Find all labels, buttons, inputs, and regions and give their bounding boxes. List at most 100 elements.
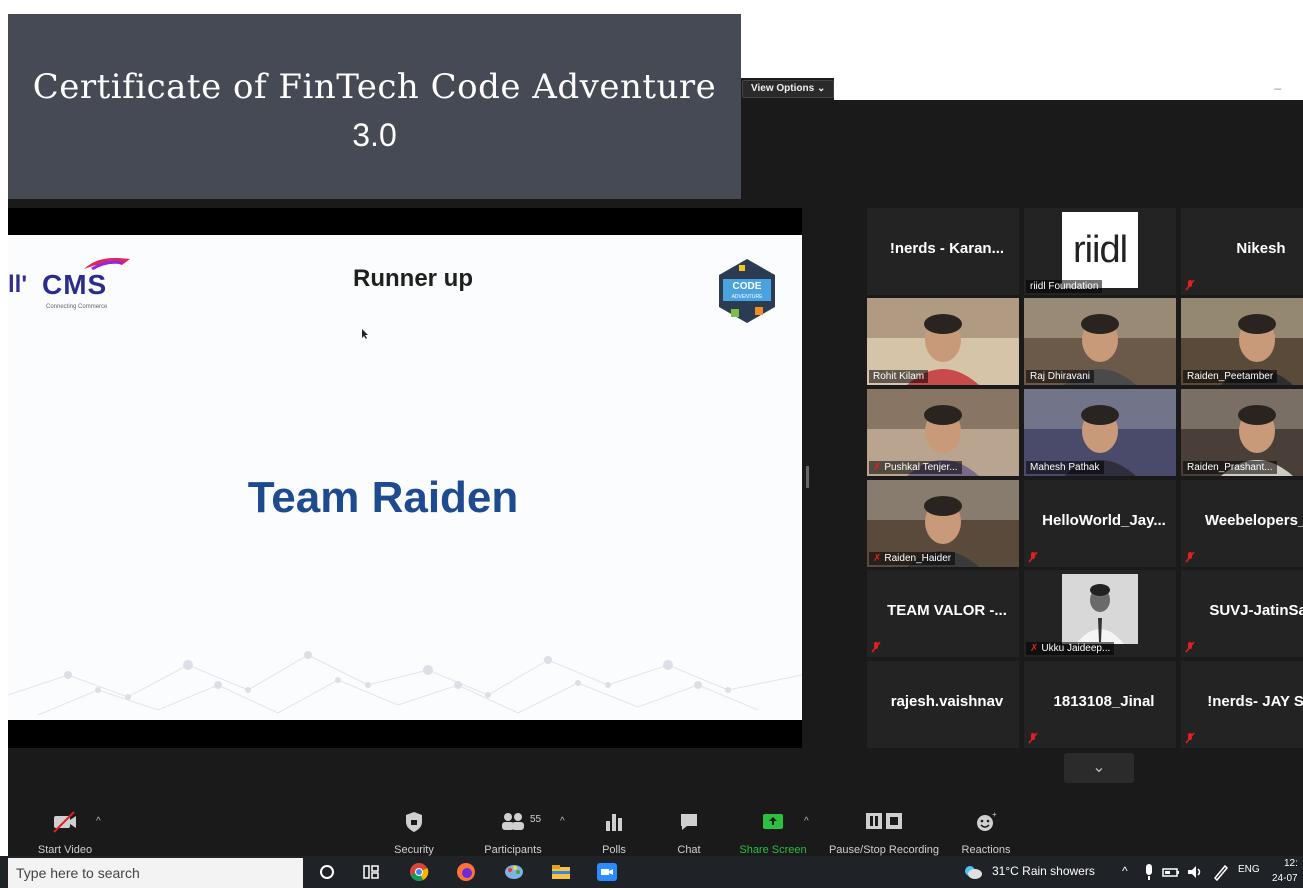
riidl-logo: riidl <box>1062 212 1138 288</box>
participant-tile[interactable]: rajesh.vaishnav <box>867 661 1019 748</box>
team-name: Team Raiden <box>247 473 519 522</box>
muted-mic-icon <box>1028 732 1038 744</box>
chevron-down-icon: ⌄ <box>1092 759 1106 776</box>
chrome-icon[interactable] <box>408 862 430 882</box>
participant-tile[interactable]: riidl riidl Foundation <box>1024 208 1176 295</box>
participant-name: !nerds - Karan... <box>889 240 1005 257</box>
pen-icon[interactable] <box>1212 862 1230 882</box>
security-button[interactable]: Security <box>386 810 442 856</box>
mouse-cursor-icon <box>362 329 368 339</box>
share-screen-icon <box>763 814 783 829</box>
cms-swoosh-icon <box>84 258 130 271</box>
participant-name: Weebelopers_A <box>1204 512 1303 529</box>
firefox-icon[interactable] <box>455 862 477 882</box>
volume-icon[interactable] <box>1186 862 1204 882</box>
badge-text-code: CODE <box>733 281 762 292</box>
microphone-icon[interactable] <box>1142 862 1156 882</box>
participant-name: Nikesh <box>1236 240 1286 257</box>
screenshot-root: View Options ⌄ – Certificate of FinTech … <box>0 0 1303 888</box>
participant-tile[interactable]: ✗ Ukku Jaideep... <box>1024 570 1176 657</box>
participant-label-text: riidl Foundation <box>1030 281 1099 292</box>
participant-tile[interactable]: ✗ Raiden_Haider <box>867 480 1019 567</box>
participant-name: SUVJ-JatinSar <box>1209 602 1303 619</box>
participant-label-text: Raj Dhiravani <box>1030 371 1091 382</box>
clock-date[interactable]: 24-07 <box>1272 873 1298 884</box>
muted-mic-icon: ✗ <box>873 462 882 473</box>
video-off-icon <box>53 811 76 833</box>
zoom-app-icon[interactable] <box>596 862 618 882</box>
tray-chevron-icon[interactable]: ^ <box>1122 864 1128 878</box>
svg-text:+: + <box>992 810 997 819</box>
participant-tile[interactable]: Weebelopers_A <box>1181 480 1303 567</box>
minimize-button[interactable]: – <box>1274 81 1281 95</box>
participant-label-text: Rohit Kilam <box>873 371 925 382</box>
cortana-icon[interactable] <box>316 862 338 882</box>
battery-icon[interactable] <box>1162 862 1180 882</box>
pause-stop-recording-button[interactable]: Pause/Stop Recording <box>824 810 944 856</box>
muted-mic-icon <box>1185 641 1195 653</box>
reactions-label: Reactions <box>961 844 1011 856</box>
taskbar-search-input[interactable]: Type here to search <box>8 858 303 888</box>
participant-label: riidl Foundation <box>1026 280 1103 293</box>
task-view-icon[interactable] <box>360 862 382 882</box>
participant-tile[interactable]: SUVJ-JatinSar <box>1181 570 1303 657</box>
shield-icon <box>406 812 422 832</box>
chat-button[interactable]: Chat <box>672 810 706 856</box>
participant-tile[interactable]: Nikesh <box>1181 208 1303 295</box>
window-titlebar-strip <box>834 78 1303 100</box>
gallery-scroll-down-button[interactable]: ⌄ <box>1064 753 1134 783</box>
windows-taskbar: Type here to search 31°C Rain showers ^ … <box>0 856 1303 888</box>
participant-tile[interactable]: Rohit Kilam <box>867 298 1019 385</box>
share-screen-button[interactable]: Share Screen <box>736 810 810 856</box>
participant-label-text: Ukku Jaideep... <box>1041 643 1111 654</box>
participant-tile[interactable]: 1813108_Jinal <box>1024 661 1176 748</box>
riidl-logo-text: riidl <box>1072 228 1128 271</box>
participant-tile[interactable]: ✗ Pushkal Tenjer... <box>867 389 1019 476</box>
shared-screen: ll' CMS Connecting Commerce Runner up CO… <box>8 208 802 748</box>
muted-mic-icon <box>1185 551 1195 563</box>
share-screen-label: Share Screen <box>739 844 807 856</box>
weather-text[interactable]: 31°C Rain showers <box>992 864 1095 878</box>
participant-label: Mahesh Pathak <box>1026 461 1104 474</box>
cms-logo-bars: ll' <box>8 271 28 298</box>
participant-label-text: Raiden_Peetamber <box>1187 371 1274 382</box>
participant-tile[interactable]: !nerds - Karan... <box>867 208 1019 295</box>
badge-text-adventure: ADVENTURE <box>732 294 764 300</box>
view-options-button[interactable]: View Options ⌄ <box>742 80 835 98</box>
certificate-banner: Certificate of FinTech Code Adventure 3.… <box>8 14 741 199</box>
polls-button[interactable]: Polls <box>596 810 632 856</box>
participant-tile[interactable]: Raiden_Peetamber <box>1181 298 1303 385</box>
start-video-button[interactable]: Start Video <box>32 810 98 856</box>
participant-tile[interactable]: Mahesh Pathak <box>1024 389 1176 476</box>
presentation-slide: ll' CMS Connecting Commerce Runner up CO… <box>8 235 802 720</box>
reactions-button[interactable]: + Reactions <box>958 810 1014 856</box>
participant-label-text: Raiden_Prashant... <box>1187 462 1273 473</box>
paint-app-icon[interactable] <box>503 862 525 882</box>
participant-name: rajesh.vaishnav <box>890 693 1004 710</box>
muted-mic-icon <box>1028 551 1038 563</box>
video-options-caret[interactable]: ^ <box>96 816 101 827</box>
participant-tile[interactable]: HelloWorld_Jay... <box>1024 480 1176 567</box>
participant-label: ✗ Raiden_Haider <box>869 552 956 565</box>
participant-tile[interactable]: TEAM VALOR -... <box>867 570 1019 657</box>
clock-time[interactable]: 12: <box>1284 858 1298 869</box>
slide-heading: Runner up <box>353 265 473 292</box>
participant-tile[interactable]: Raj Dhiravani <box>1024 298 1176 385</box>
security-label: Security <box>394 844 434 856</box>
participant-tile[interactable]: Raiden_Prashant... <box>1181 389 1303 476</box>
participant-label-text: Pushkal Tenjer... <box>884 462 958 473</box>
participants-label: Participants <box>484 844 542 856</box>
participant-name: HelloWorld_Jay... <box>1042 512 1166 529</box>
pause-stop-icon <box>866 813 902 829</box>
participants-options-caret[interactable]: ^ <box>560 816 565 827</box>
chat-label: Chat <box>677 844 701 856</box>
profile-photo <box>1062 574 1138 644</box>
meeting-toolbar: Start Video ^ Security Participants 55 ^… <box>8 802 1303 856</box>
smiley-icon: + <box>977 810 997 831</box>
participant-tile[interactable]: !nerds- JAY SH <box>1181 661 1303 748</box>
file-explorer-icon[interactable] <box>550 862 572 882</box>
language-indicator[interactable]: ENG <box>1238 864 1260 875</box>
polls-icon <box>606 814 622 831</box>
share-options-caret[interactable]: ^ <box>804 816 809 827</box>
splitter-handle[interactable] <box>806 466 809 488</box>
